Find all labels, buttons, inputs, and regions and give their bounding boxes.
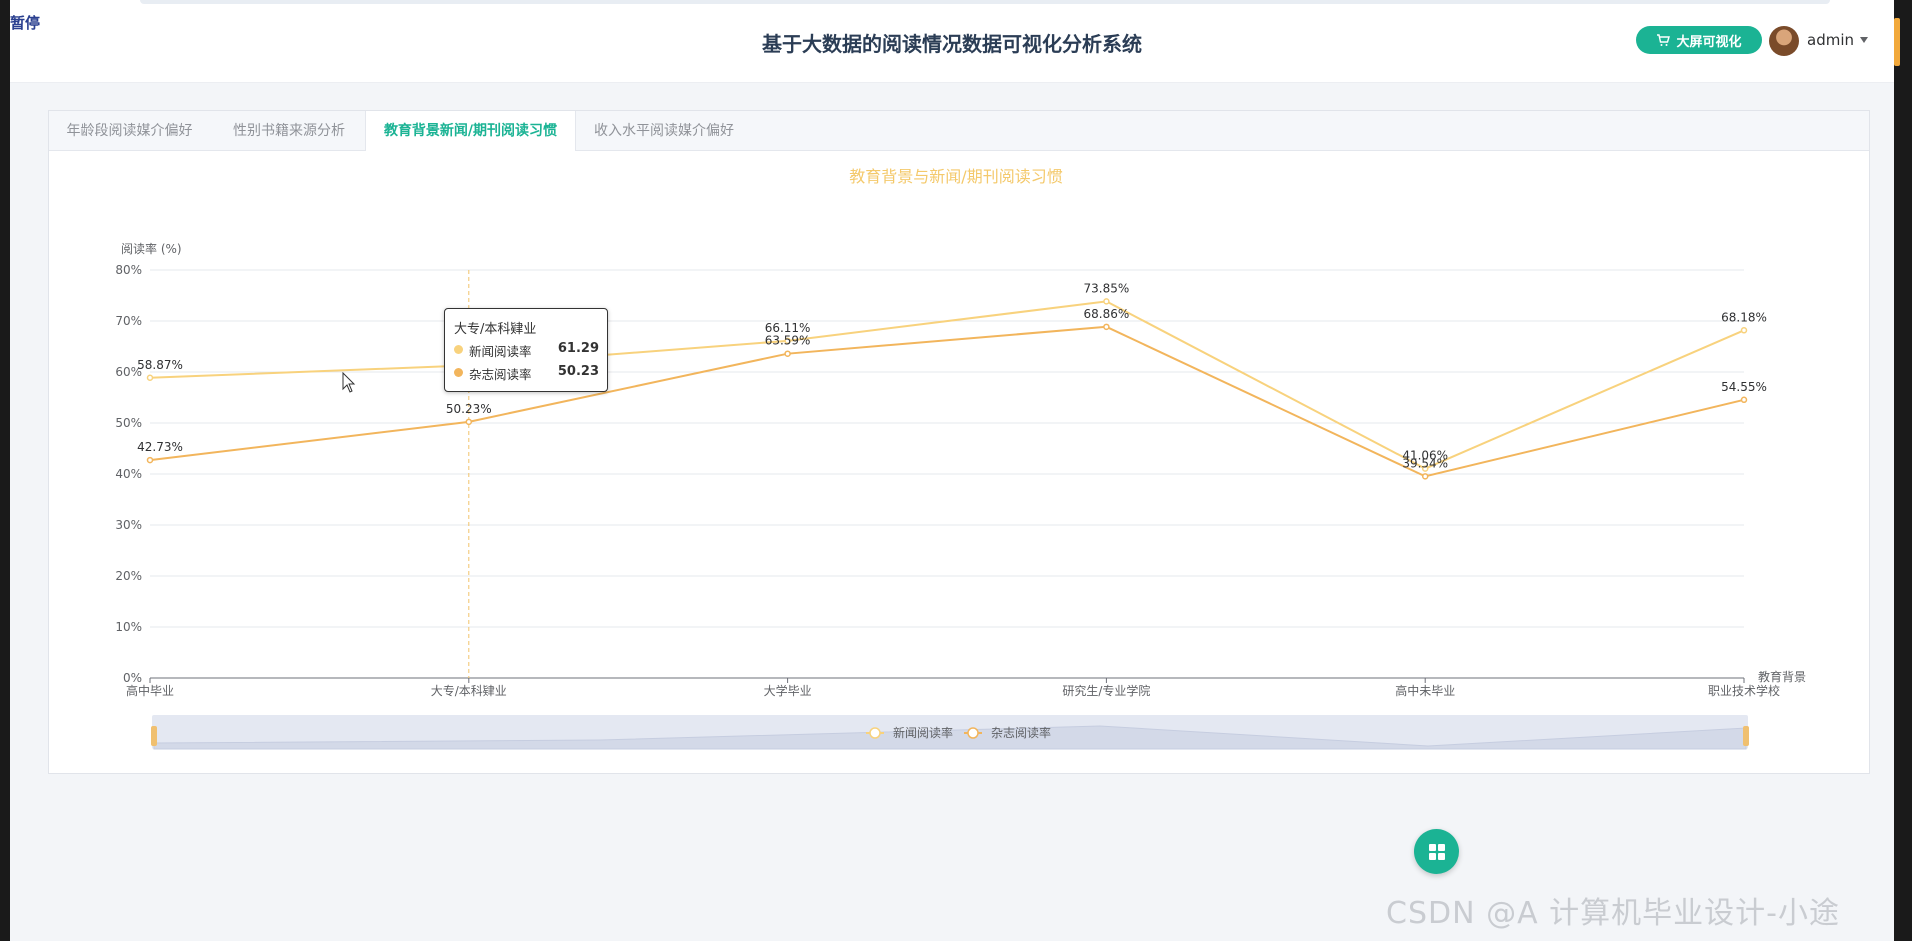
series-line [149, 300, 1745, 470]
data-point [1103, 323, 1110, 331]
tooltip-row-name: 新闻阅读率 [469, 344, 532, 359]
x-tick-label: 研究生/专业学院 [1062, 683, 1150, 698]
menu-fab-button[interactable] [1414, 829, 1459, 874]
data-point [784, 350, 791, 357]
y-tick-label: 30% [115, 518, 142, 532]
y-tick-label: 70% [115, 314, 142, 328]
data-label: 68.86% [1084, 307, 1130, 321]
data-point [1740, 327, 1748, 334]
chart-title: 教育背景与新闻/期刊阅读习惯 [849, 167, 1062, 186]
grid-icon [1429, 844, 1445, 860]
mouse-pointer-icon [342, 372, 356, 393]
data-label: 39.54% [1402, 456, 1448, 470]
legend-marker [869, 727, 881, 739]
watermark: CSDN @A 计算机毕业设计-小途 [1386, 896, 1840, 931]
y-tick-label: 0% [123, 671, 142, 685]
y-tick-label: 10% [115, 620, 142, 634]
tooltip-row-value: 50.23 [557, 364, 599, 379]
x-tick-label: 大学毕业 [764, 683, 812, 698]
x-tick-label: 职业技术学校 [1708, 683, 1780, 698]
data-point [465, 418, 473, 426]
x-tick-label: 高中未毕业 [1395, 683, 1455, 698]
legend-marker [967, 727, 979, 739]
data-label: 54.55% [1721, 380, 1767, 394]
y-tick-label: 40% [115, 467, 142, 481]
y-tick-label: 80% [115, 263, 142, 277]
data-label: 73.85% [1084, 281, 1130, 295]
line-chart: 教育背景与新闻/期刊阅读习惯阅读率 (%)0%10%20%30%40%50%60… [115, 167, 1806, 750]
x-axis-label: 教育背景 [1758, 669, 1806, 684]
data-point [146, 374, 154, 382]
tooltip-category: 大专/本科肄业 [454, 322, 537, 337]
data-point [146, 456, 154, 464]
zoom-slider-handle-left [151, 726, 157, 746]
data-point [1740, 396, 1748, 404]
data-label: 42.73% [137, 440, 183, 454]
zoom-slider-handle-right [1743, 726, 1749, 746]
chart-tooltip: 大专/本科肄业 新闻阅读率 61.29 杂志阅读率 50.23 [444, 308, 608, 392]
news-dot-icon [454, 345, 463, 354]
x-tick-label: 高中毕业 [126, 683, 174, 698]
tooltip-row-name: 杂志阅读率 [469, 367, 532, 382]
x-tick-label: 大专/本科肄业 [431, 683, 507, 698]
series-line [149, 325, 1745, 478]
data-point [1103, 298, 1110, 305]
tooltip-row-magazine: 杂志阅读率 50.23 [454, 364, 599, 382]
data-label: 58.87% [137, 358, 183, 372]
y-tick-label: 50% [115, 416, 142, 430]
data-label: 50.23% [446, 402, 492, 416]
tooltip-row-news: 新闻阅读率 61.29 [454, 341, 599, 359]
magazine-dot-icon [454, 368, 463, 377]
tooltip-row-value: 61.29 [557, 341, 599, 356]
y-tick-label: 20% [115, 569, 142, 583]
legend-label: 新闻阅读率 [893, 725, 953, 740]
data-label: 68.18% [1721, 310, 1767, 324]
y-axis-label: 阅读率 (%) [121, 241, 182, 256]
legend-label: 杂志阅读率 [991, 725, 1051, 740]
data-label: 63.59% [765, 334, 811, 348]
data-point [1421, 473, 1429, 480]
